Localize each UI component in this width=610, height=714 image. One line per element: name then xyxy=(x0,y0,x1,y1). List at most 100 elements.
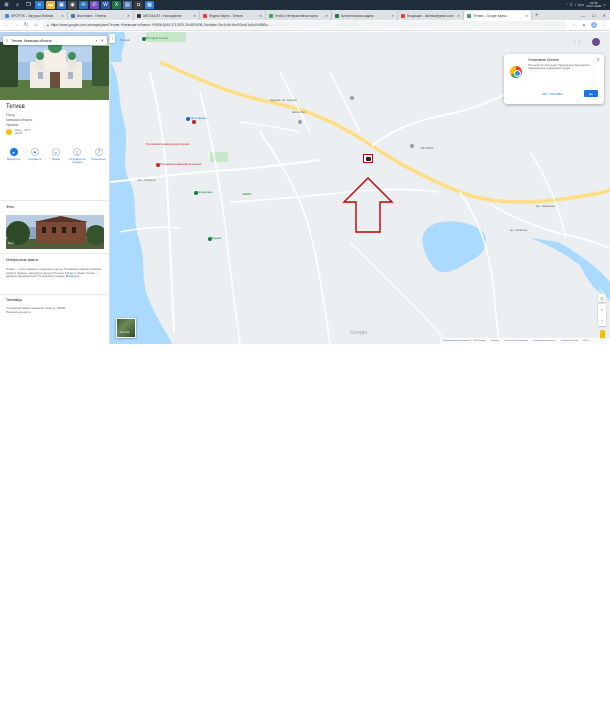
start-icon[interactable]: ⊞ xyxy=(2,1,11,9)
map-pin-icon[interactable] xyxy=(208,237,212,241)
close-window-icon[interactable]: ✕ xyxy=(603,13,606,18)
tab-close-icon[interactable]: ✕ xyxy=(61,14,64,18)
action-nearby[interactable]: ⌕ Рядом xyxy=(47,148,66,164)
tab-close-icon[interactable]: ✕ xyxy=(325,14,328,18)
edge-icon[interactable]: e xyxy=(35,1,44,9)
apps-grid-icon[interactable]: ⋮⋮ xyxy=(572,40,582,46)
lock-icon[interactable]: 🔒︎ xyxy=(47,23,49,27)
search-icon[interactable]: ⌕ xyxy=(95,38,97,43)
browser-tab[interactable]: АВТОЗАЛІТ • Нахождение ✕ xyxy=(134,11,200,20)
browser-tab[interactable]: ВКонтакте - Ответы ✕ xyxy=(68,11,134,20)
volume-icon[interactable]: ♪ xyxy=(575,3,577,7)
zoom-out-icon[interactable]: − xyxy=(601,318,603,323)
zoom-in-icon[interactable]: + xyxy=(601,307,603,312)
search-input[interactable]: Тетиєв, Киевская область xyxy=(11,39,92,43)
footer-link[interactable]: Украина xyxy=(491,340,499,342)
map-pin-icon[interactable] xyxy=(194,191,198,195)
map-label[interactable]: Ресторан Тетиев xyxy=(146,36,168,40)
footer-link[interactable]: Условия использования xyxy=(504,340,528,342)
tab-close-icon[interactable]: ✕ xyxy=(127,14,130,18)
place-photo[interactable] xyxy=(6,215,104,249)
camera-icon[interactable]: ◘ xyxy=(134,1,143,9)
browser-tab[interactable]: DPOPTIK - Загрузка Файлов ✕ xyxy=(2,11,68,20)
highlighted-location-marker[interactable] xyxy=(363,154,373,163)
profile-icon[interactable]: ● xyxy=(591,22,597,28)
facts-source-link[interactable]: Википедия xyxy=(66,275,79,278)
bookmark-icon[interactable]: ⚑ xyxy=(30,148,39,156)
explorer-icon[interactable]: ▬ xyxy=(46,1,55,9)
share-icon[interactable]: ⤴ xyxy=(94,148,103,156)
map-pin-icon[interactable] xyxy=(410,144,414,148)
map-pin-icon[interactable] xyxy=(298,120,302,124)
map-pin-icon[interactable] xyxy=(350,96,354,100)
minimize-icon[interactable]: — xyxy=(581,13,585,18)
tab-close-icon[interactable]: ✕ xyxy=(391,14,394,18)
action-phone[interactable]: ▯ Отправить на телефон xyxy=(68,148,87,164)
browser-tab[interactable]: Тетиєв – Google Карты ✕ xyxy=(464,11,532,20)
map-label[interactable]: Церковь Св. Георгия xyxy=(270,98,297,102)
search-icon[interactable]: ⌕ xyxy=(13,1,22,9)
action-share[interactable]: ⤴ Поделиться xyxy=(89,148,108,164)
action-directions[interactable]: ➤ Маршруты xyxy=(4,148,23,164)
taskview-icon[interactable]: ❐ xyxy=(24,1,33,9)
store-icon[interactable]: ▣ xyxy=(57,1,66,9)
clock[interactable]: 23:09 19.07.2020 xyxy=(586,1,601,9)
footer-link[interactable]: Отправить отзыв xyxy=(560,340,577,342)
map-label[interactable]: Родник xyxy=(212,236,221,240)
clear-search-icon[interactable]: ✕ xyxy=(101,38,104,43)
popup-decline-button[interactable]: НЕТ, СПАСИБО xyxy=(542,92,563,96)
back-icon[interactable]: ← xyxy=(3,22,9,28)
map-pin-icon[interactable] xyxy=(142,37,146,41)
reload-icon[interactable]: ↻ xyxy=(23,22,29,28)
notifications-icon[interactable]: ▭ xyxy=(603,3,606,7)
collapse-panel-button[interactable]: ‹ xyxy=(110,34,115,43)
show-on-map-link[interactable]: Показать на карте xyxy=(6,310,30,314)
map-pin-icon[interactable] xyxy=(192,120,196,124)
word-icon[interactable]: W xyxy=(101,1,110,9)
map-label[interactable]: АЗС WOG xyxy=(420,146,433,150)
menu-icon[interactable]: ⋮ xyxy=(601,22,607,28)
browser-tab[interactable]: Бухгалтерская задача ✕ xyxy=(332,11,398,20)
browser-tab[interactable]: Входящие - lakimsa@gmail.com ✕ xyxy=(398,11,464,20)
satellite-layer-toggle[interactable] xyxy=(116,318,136,338)
network-icon[interactable]: ☰ xyxy=(570,3,573,7)
map-label[interactable]: Ельдорадо xyxy=(198,190,212,194)
photos-icon[interactable]: ▤ xyxy=(123,1,132,9)
my-location-icon[interactable]: ◎ xyxy=(598,294,606,302)
map-canvas[interactable]: ‹ Тетиев Ресторан Тетиев Церковь Св. Гео… xyxy=(110,32,610,344)
map-pin-icon[interactable] xyxy=(186,117,190,121)
calendar-icon[interactable]: ▦ xyxy=(145,1,154,9)
phone-icon[interactable]: ▯ xyxy=(73,148,82,156)
home-icon[interactable]: ⌂ xyxy=(33,22,39,28)
maximize-icon[interactable]: ☐ xyxy=(592,13,596,18)
nearby-icon[interactable]: ⌕ xyxy=(52,148,60,156)
address-bar[interactable]: 🔒︎ https://www.google.com.ua/maps/place/… xyxy=(43,21,567,29)
search-box[interactable]: ≡ Тетиєв, Киевская область ⌕ ✕ xyxy=(3,36,107,45)
popup-accept-button[interactable]: ДА xyxy=(584,90,598,97)
tab-close-icon[interactable]: ✕ xyxy=(457,14,460,18)
map-pin-icon[interactable] xyxy=(156,163,160,167)
language-indicator[interactable]: РУС xyxy=(578,3,584,7)
tray-chevron-icon[interactable]: ⌃ xyxy=(565,3,568,7)
footer-link[interactable]: Картографические данные © 2020 Google xyxy=(443,340,486,342)
hamburger-menu-icon[interactable]: ≡ xyxy=(6,38,8,43)
map-label[interactable]: Тетиевская районная больница xyxy=(160,162,201,166)
tab-close-icon[interactable]: ✕ xyxy=(525,14,528,18)
browser-tab[interactable]: Яндекс.Карты - Тетиєв ✕ xyxy=(200,11,266,20)
mail-icon[interactable]: ✉ xyxy=(79,1,88,9)
extension-icon[interactable]: ◈ xyxy=(581,22,587,28)
new-tab-button[interactable]: + xyxy=(532,11,542,20)
forward-icon[interactable]: → xyxy=(13,22,19,28)
excel-icon[interactable]: X xyxy=(112,1,121,9)
map-label[interactable]: ОКЕАН xyxy=(242,192,252,196)
close-popup-icon[interactable]: ✕ xyxy=(597,57,600,62)
action-bookmark[interactable]: ⚑ Сохранить xyxy=(25,148,44,164)
directions-icon[interactable]: ➤ xyxy=(9,148,18,156)
tab-close-icon[interactable]: ✕ xyxy=(259,14,262,18)
chrome-icon[interactable]: ◉ xyxy=(68,1,77,9)
account-avatar[interactable] xyxy=(592,38,600,46)
footer-link[interactable]: 200 м xyxy=(583,340,589,342)
viber-icon[interactable]: ✆ xyxy=(90,1,99,9)
star-icon[interactable]: ☆ xyxy=(571,22,577,28)
browser-tab[interactable]: Геоби | Интерактивная карта ✕ xyxy=(266,11,332,20)
